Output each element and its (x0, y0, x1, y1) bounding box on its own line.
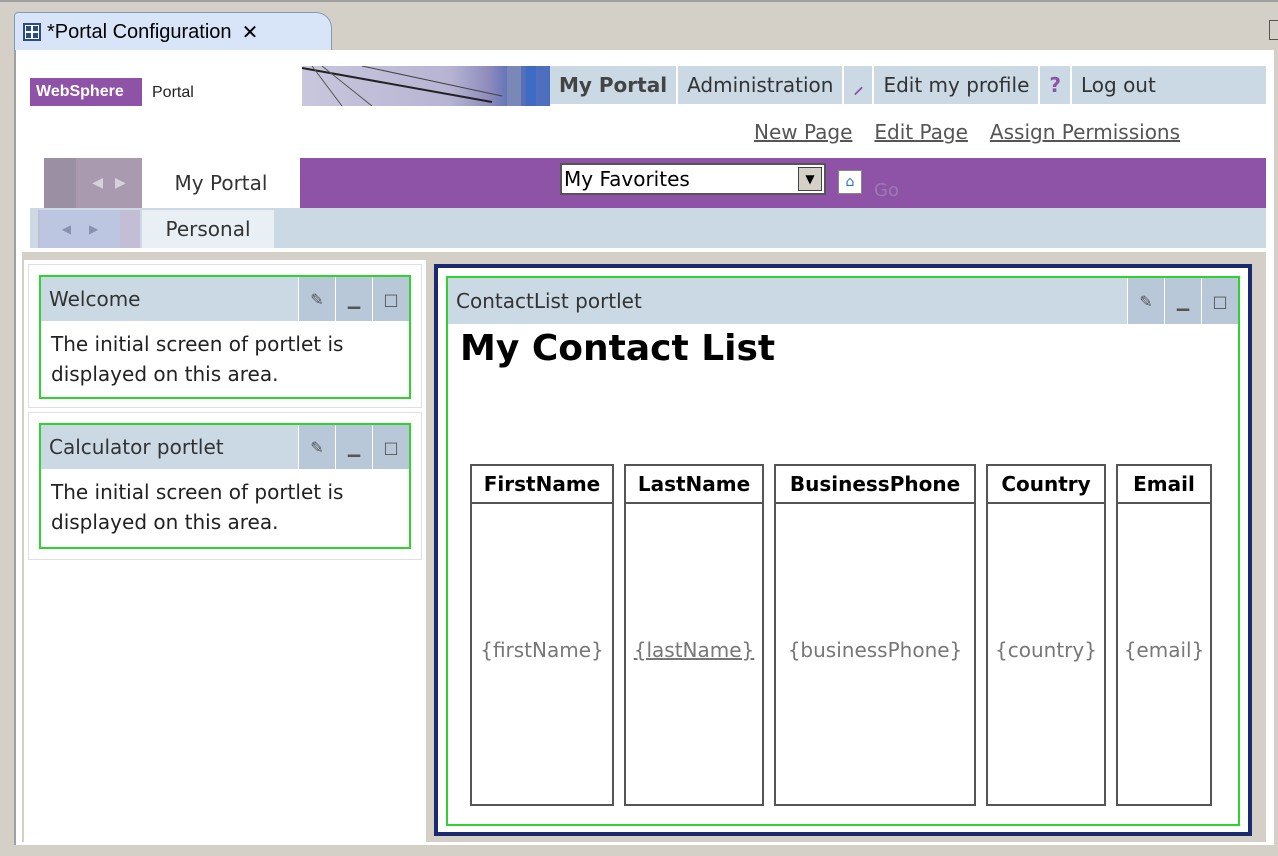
dropdown-arrow-icon[interactable]: ▼ (798, 167, 822, 191)
nav-log-out[interactable]: Log out (1072, 66, 1165, 104)
websphere-logo: WebSphere (30, 78, 142, 106)
column-cell-link[interactable]: {lastName} (626, 638, 762, 662)
portlet-body: The initial screen of portlet is display… (51, 332, 344, 386)
header-banner (302, 66, 550, 106)
column-country: Country {country} (986, 464, 1106, 806)
view-menu-edge (1269, 20, 1278, 40)
maximize-icon[interactable]: □ (1201, 278, 1238, 324)
nav-edit-profile[interactable]: Edit my profile (874, 66, 1041, 104)
column-header: Country (988, 466, 1104, 504)
portal-config-icon (23, 23, 41, 41)
subnav-scroll-arrows[interactable]: ◀ ▶ (40, 210, 120, 248)
column-header: FirstName (472, 466, 612, 504)
edit-icon[interactable]: ✎ (298, 425, 335, 469)
wrench-icon[interactable]: ⸝ (844, 66, 875, 104)
portlet-title: Welcome (49, 287, 141, 311)
sub-scroll-left-icon[interactable]: ◀ (62, 222, 71, 236)
sub-scroll-right-icon[interactable]: ▶ (89, 222, 98, 236)
column-cell: {country} (995, 638, 1097, 662)
minimize-icon[interactable]: ▁ (335, 277, 372, 321)
portlet-title-bar: Calculator portlet ✎ ▁ □ (41, 425, 409, 469)
column-firstname: FirstName {firstName} (470, 464, 614, 806)
column-cell: {businessPhone} (787, 638, 963, 662)
edit-icon[interactable]: ✎ (298, 277, 335, 321)
banner-graphic (302, 66, 536, 106)
portlet-title: Calculator portlet (49, 435, 224, 459)
column-cell: {firstName} (480, 638, 604, 662)
calculator-portlet-container: Calculator portlet ✎ ▁ □ The initial scr… (28, 412, 422, 560)
maximize-icon[interactable]: □ (372, 277, 409, 321)
welcome-portlet-container: Welcome ✎ ▁ □ The initial screen of port… (28, 264, 422, 408)
editor-tab-label: *Portal Configuration (47, 20, 232, 43)
nav-my-portal[interactable]: My Portal (550, 66, 679, 104)
portlet-title: ContactList portlet (456, 289, 642, 313)
logo-product: Portal (152, 84, 194, 101)
scroll-right-icon[interactable]: ▶ (115, 175, 126, 191)
tab-personal[interactable]: Personal (142, 210, 274, 248)
column-header: Email (1118, 466, 1210, 504)
favorites-select-value: My Favorites (564, 167, 690, 191)
minimize-icon[interactable]: ▁ (335, 425, 372, 469)
go-link[interactable]: Go (874, 180, 899, 201)
portlet-title-bar: Welcome ✎ ▁ □ (41, 277, 409, 321)
calculator-portlet: Calculator portlet ✎ ▁ □ The initial scr… (39, 423, 411, 549)
page-actions: New Page Edit Page Assign Permissions (754, 120, 1180, 144)
portlet-controls: ✎ ▁ □ (1127, 278, 1238, 324)
edit-icon[interactable]: ✎ (1127, 278, 1164, 324)
close-icon[interactable]: ✕ (242, 20, 259, 44)
top-navigation: My Portal Administration ⸝ Edit my profi… (550, 66, 1266, 104)
help-glyph: ? (1049, 73, 1061, 97)
nav-scroll-arrows[interactable]: ◀ ▶ (76, 158, 142, 208)
nav-administration[interactable]: Administration (678, 66, 845, 104)
edit-page-link[interactable]: Edit Page (874, 120, 968, 144)
portlet-controls: ✎ ▁ □ (298, 277, 409, 321)
logo-brand: WebSphere (36, 83, 124, 100)
portlet-body: The initial screen of portlet is display… (51, 480, 344, 534)
tab-my-portal[interactable]: My Portal (142, 158, 300, 208)
scroll-left-icon[interactable]: ◀ (92, 175, 103, 191)
column-header: BusinessPhone (776, 466, 974, 504)
column-email: Email {email} (1116, 464, 1212, 806)
editor-tab[interactable]: *Portal Configuration ✕ (14, 12, 332, 51)
contact-list-heading: My Contact List (460, 328, 776, 369)
portlet-title-bar: ContactList portlet ✎ ▁ □ (448, 278, 1238, 324)
help-icon[interactable]: ? (1040, 66, 1072, 104)
maximize-icon[interactable]: □ (372, 425, 409, 469)
portlet-controls: ✎ ▁ □ (298, 425, 409, 469)
minimize-icon[interactable]: ▁ (1164, 278, 1201, 324)
welcome-portlet: Welcome ✎ ▁ □ The initial screen of port… (39, 275, 411, 399)
favorites-select[interactable]: My Favorites ▼ (560, 163, 826, 195)
assign-permissions-link[interactable]: Assign Permissions (990, 120, 1180, 144)
go-icon[interactable]: ⌂ (838, 170, 862, 194)
column-header: LastName (626, 466, 762, 504)
new-page-link[interactable]: New Page (754, 120, 852, 144)
column-businessphone: BusinessPhone {businessPhone} (774, 464, 976, 806)
column-cell: {email} (1123, 638, 1205, 662)
column-lastname: LastName {lastName} (624, 464, 764, 806)
